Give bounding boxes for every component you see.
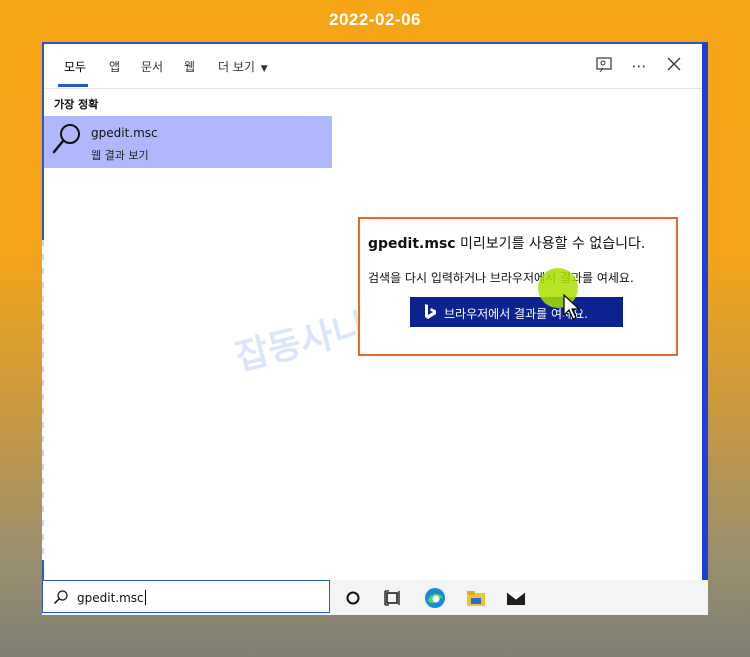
best-match-result[interactable]: gpedit.msc 웹 결과 보기 xyxy=(44,116,332,168)
feedback-icon[interactable] xyxy=(594,56,614,76)
taskbar: gpedit.msc xyxy=(42,580,708,615)
tab-all[interactable]: 모두 xyxy=(64,58,86,75)
tab-more-label: 더 보기 xyxy=(218,60,255,74)
result-title: gpedit.msc xyxy=(91,126,158,140)
chevron-down-icon: ▼ xyxy=(260,64,268,74)
search-icon xyxy=(53,590,68,605)
search-tabs: 모두 앱 문서 웹 더 보기 ▼ ⋯ xyxy=(44,44,706,89)
tab-web[interactable]: 웹 xyxy=(184,58,195,75)
mail-icon[interactable] xyxy=(505,587,527,609)
tab-apps[interactable]: 앱 xyxy=(109,58,120,75)
best-match-heading: 가장 정확 xyxy=(54,98,99,111)
task-view-icon[interactable] xyxy=(382,587,404,609)
search-icon xyxy=(52,124,80,154)
edge-icon[interactable] xyxy=(424,587,446,609)
preview-title-text: 미리보기를 사용할 수 없습니다. xyxy=(460,236,646,252)
result-subtitle: 웹 결과 보기 xyxy=(91,149,149,162)
more-icon[interactable]: ⋯ xyxy=(629,56,649,76)
cortana-circle-icon[interactable] xyxy=(342,587,364,609)
taskbar-search-input[interactable]: gpedit.msc xyxy=(42,580,330,613)
search-value: gpedit.msc xyxy=(77,591,144,605)
tab-more[interactable]: 더 보기 ▼ xyxy=(218,58,268,75)
preview-title-app: gpedit.msc xyxy=(368,236,456,252)
bing-icon xyxy=(425,304,436,319)
close-icon[interactable] xyxy=(664,56,684,76)
preview-panel: gpedit.msc 미리보기를 사용할 수 없습니다. 검색을 다시 입력하거… xyxy=(358,217,678,356)
tab-documents[interactable]: 문서 xyxy=(141,58,163,75)
left-edge-artifact xyxy=(42,240,44,560)
active-tab-indicator xyxy=(58,84,88,87)
open-in-browser-button[interactable]: 브라우저에서 결과를 여세요. xyxy=(410,297,623,327)
window-edge xyxy=(702,42,708,580)
preview-title: gpedit.msc 미리보기를 사용할 수 없습니다. xyxy=(368,233,645,253)
date-caption: 2022-02-06 xyxy=(329,10,421,29)
file-explorer-icon[interactable] xyxy=(465,587,487,609)
preview-message: 검색을 다시 입력하거나 브라우저에서 결과를 여세요. xyxy=(368,271,634,285)
mouse-cursor-icon xyxy=(563,294,581,320)
text-caret xyxy=(144,590,146,605)
